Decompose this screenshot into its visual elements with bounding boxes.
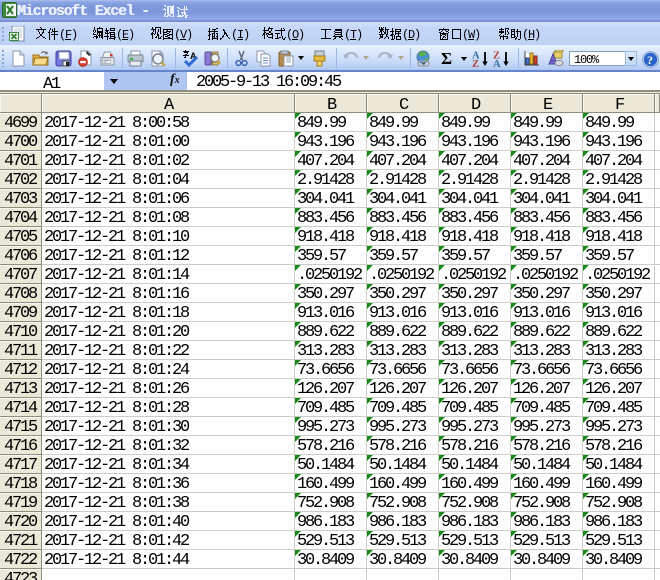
svg-text:A: A bbox=[493, 59, 501, 67]
svg-text:Z: Z bbox=[472, 59, 479, 67]
svg-text:?: ? bbox=[647, 53, 653, 67]
